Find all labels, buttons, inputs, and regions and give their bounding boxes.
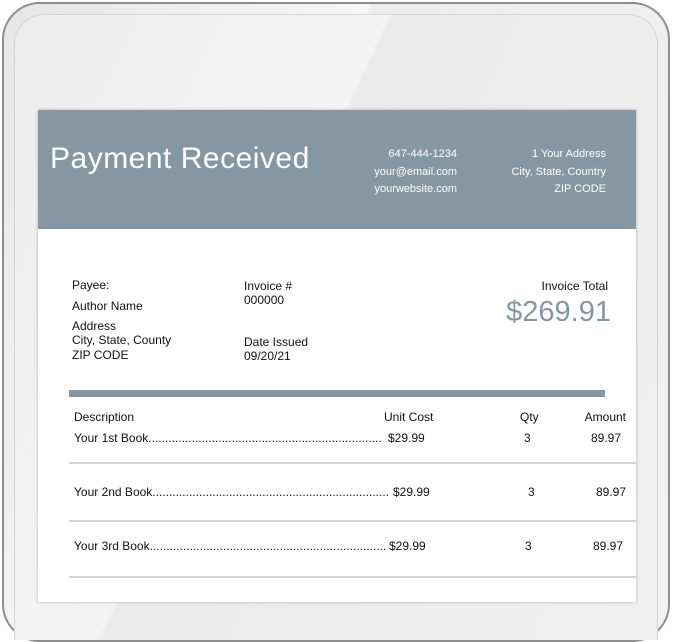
sender-address: 1 Your Address City, State, Country ZIP … (456, 146, 606, 199)
column-header-unit-cost: Unit Cost (384, 410, 434, 424)
sender-address-line2: City, State, Country (511, 165, 606, 178)
column-header-description: Description (74, 410, 135, 424)
sender-address-line1: 1 Your Address (531, 148, 606, 160)
date-issued: 09/20/21 (244, 349, 291, 363)
page-title: Payment Received (50, 142, 310, 175)
sender-address-line3: ZIP CODE (554, 183, 606, 195)
line-item-description: Your 3rd Book...........................… (74, 539, 387, 553)
payee-label: Payee: (72, 278, 110, 292)
payee-address-line3: ZIP CODE (72, 348, 129, 362)
phone-number: 647-444-1234 (388, 148, 457, 160)
website: yourwebsite.com (374, 183, 457, 195)
line-item-amount: 89.97 (595, 485, 626, 499)
row-divider (69, 576, 636, 578)
row-divider (69, 520, 636, 522)
email-address: your@email.com (374, 165, 457, 178)
column-header-qty: Qty (520, 410, 539, 424)
line-item-unit-cost: $29.99 (389, 539, 426, 553)
payee-address-line1: Address (72, 319, 117, 333)
payee-address-line2: City, State, County (72, 333, 172, 347)
invoice-header-banner: Payment Received 647-444-1234 your@email… (38, 110, 636, 229)
line-item-qty: 3 (528, 485, 535, 499)
invoice-number-label: Invoice # (244, 279, 293, 293)
invoice-total-amount: $269.91 (506, 296, 611, 328)
invoice-number: 000000 (244, 293, 285, 307)
payee-name: Author Name (72, 299, 143, 313)
contact-info: 647-444-1234 your@email.com yourwebsite.… (307, 146, 457, 199)
line-item-qty: 3 (525, 539, 532, 553)
line-item-description: Your 1st Book...........................… (74, 431, 382, 445)
line-item-unit-cost: $29.99 (393, 485, 430, 499)
line-item-amount: 89.97 (590, 431, 621, 445)
line-item-amount: 89.97 (592, 539, 623, 553)
line-item-unit-cost: $29.99 (388, 431, 425, 445)
date-issued-label: Date Issued (244, 335, 309, 349)
row-divider (69, 462, 636, 464)
line-item-description: Your 2nd Book...........................… (74, 485, 389, 499)
column-header-amount: Amount (584, 410, 626, 424)
invoice-total-label: Invoice Total (541, 279, 609, 293)
invoice-document: Payment Received 647-444-1234 your@email… (38, 110, 636, 602)
line-item-qty: 3 (524, 431, 531, 445)
section-divider (69, 390, 605, 397)
